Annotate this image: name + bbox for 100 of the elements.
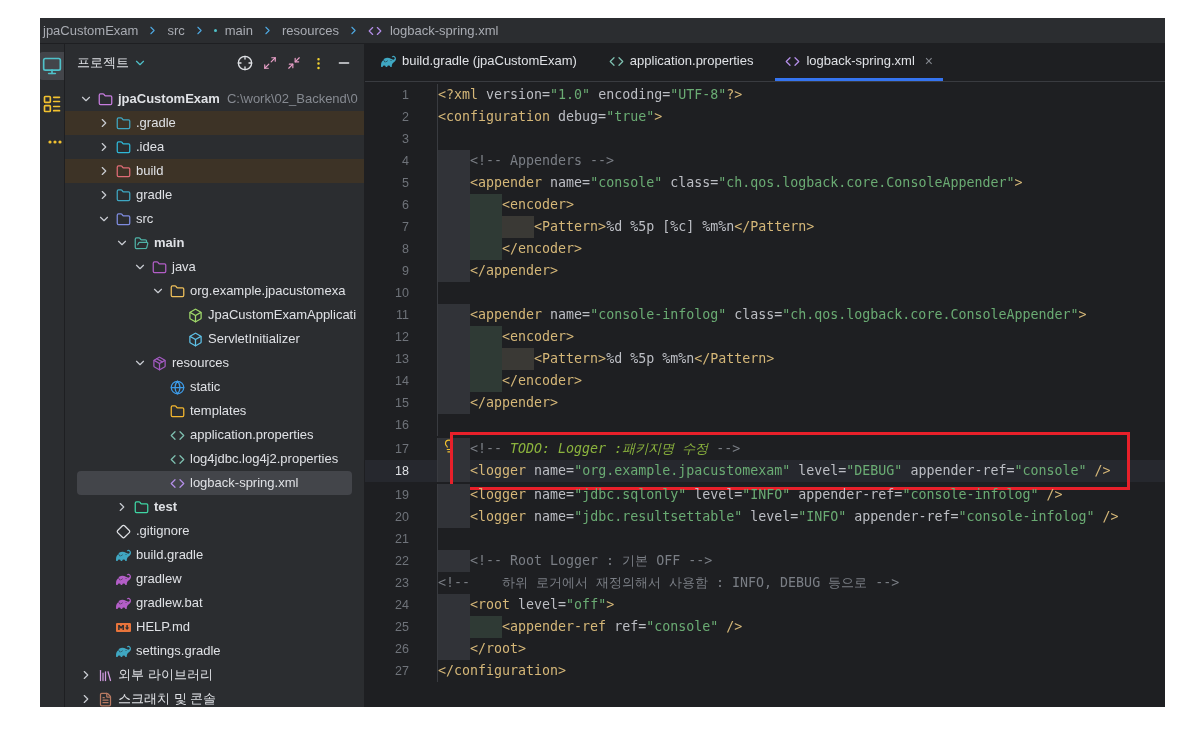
tree-item[interactable]: main (65, 231, 364, 255)
tree-item[interactable]: JpaCustomExamApplicati (65, 303, 364, 327)
tree-item[interactable]: java (65, 255, 364, 279)
code-text: <!-- Root Logger : 기본 OFF --> (470, 552, 713, 571)
tab-label: build.gradle (jpaCustomExam) (402, 52, 577, 71)
code-text: <appender name="console-infolog" class="ch.qos.logback.core.ConsoleAppender"> (470, 306, 1087, 325)
tree-item-label: test (154, 498, 178, 517)
tree-item-label: 스크래치 및 콘솔 (118, 690, 217, 707)
tree-item[interactable]: ServletInitializer (65, 327, 364, 351)
code-text: </appender> (470, 262, 559, 281)
code-text: <?xml version="1.0" encoding="UTF-8"?> (438, 86, 743, 105)
breadcrumb-item[interactable]: main (224, 20, 253, 41)
editor-tab[interactable]: build.gradle (jpaCustomExam) (371, 44, 587, 81)
code-text: <logger name="org.example.jpacustomexam" level="DEBUG" appender-ref="console" /> (470, 462, 1111, 481)
line-number: 9 (401, 262, 409, 280)
code-text: <encoder> (502, 328, 575, 347)
tree-item-label: application.properties (190, 426, 314, 445)
tree-item[interactable]: log4jdbc.log4j2.properties (65, 447, 364, 471)
code-text: </root> (470, 640, 527, 659)
code-text: </configuration> (438, 662, 567, 681)
code-text: <encoder> (502, 196, 575, 215)
code-text: <root level="off"> (470, 596, 615, 615)
tree-item[interactable]: org.example.jpacustomexa (65, 279, 364, 303)
line-number: 18 (394, 462, 409, 480)
tree-item[interactable]: gradlew.bat (65, 591, 364, 615)
tree-item-label: build.gradle (136, 546, 204, 565)
tool-window-button[interactable] (40, 52, 64, 80)
expand-icon[interactable] (263, 56, 277, 70)
line-number: 19 (394, 486, 409, 504)
breadcrumb-item[interactable]: resources (281, 20, 339, 41)
tree-item-label: ServletInitializer (208, 330, 300, 349)
tree-item-label: gradlew (136, 570, 182, 589)
line-number: 20 (394, 508, 409, 526)
structure-icon (42, 94, 62, 114)
line-number: 17 (394, 440, 409, 458)
tree-item[interactable]: templates (65, 399, 364, 423)
tree-item-label: HELP.md (136, 618, 190, 637)
indent-guide (438, 392, 470, 414)
close-button[interactable]: × (924, 50, 933, 72)
indent-guide (470, 238, 502, 260)
code-text: <!-- TODO: Logger :패키지명 수정 --> (470, 440, 741, 459)
tree-item-label: gradlew.bat (136, 594, 203, 613)
editor-tab[interactable]: application.properties (598, 44, 764, 81)
tree-item[interactable]: .gitignore (65, 519, 364, 543)
tree-item-label: org.example.jpacustomexa (190, 282, 346, 301)
tree-item[interactable]: logback-spring.xml (77, 471, 352, 495)
tree-item[interactable]: gradle (65, 183, 364, 207)
indent-guide (438, 260, 470, 282)
tree-item-label: JpaCustomExamApplicati (208, 306, 357, 325)
tree-item[interactable]: .gradle (65, 111, 364, 135)
tree-item-label: 외부 라이브러리 (118, 666, 213, 685)
project-icon (42, 56, 62, 76)
tree-item-label: resources (172, 354, 230, 373)
tree-item[interactable]: resources (65, 351, 364, 375)
line-number: 24 (394, 596, 409, 614)
collapse-icon[interactable] (287, 56, 301, 70)
indent-guide (438, 304, 470, 326)
tree-item[interactable]: .idea (65, 135, 364, 159)
breadcrumb-item[interactable]: src (167, 20, 185, 41)
tree-item[interactable]: jpaCustomExam C:\work\02_Backend\0 (65, 87, 364, 111)
tree-item-label: settings.gradle (136, 642, 221, 661)
tree-item-label: log4jdbc.log4j2.properties (190, 450, 339, 469)
tree-item[interactable]: build (65, 159, 364, 183)
tree-item[interactable]: src (65, 207, 364, 231)
editor-tab[interactable]: logback-spring.xml × (775, 44, 943, 81)
tree-item[interactable]: static (65, 375, 364, 399)
line-number: 23 (394, 574, 409, 592)
line-number: 10 (394, 284, 409, 302)
breadcrumb-item[interactable]: jpaCustomExam (43, 20, 139, 41)
code-text: <Pattern>%d %5p %m%n</Pattern> (534, 350, 775, 369)
line-number: 16 (394, 416, 409, 434)
tree-item[interactable]: settings.gradle (65, 639, 364, 663)
tree-item[interactable]: gradlew (65, 567, 364, 591)
indent-guide (438, 594, 470, 616)
panel-title-dropdown[interactable]: 프로젝트 (77, 53, 147, 73)
tree-item[interactable]: HELP.md (65, 615, 364, 639)
code-text: </encoder> (502, 240, 583, 259)
tree-item[interactable]: 외부 라이브러리 (65, 663, 364, 687)
tree-item[interactable]: build.gradle (65, 543, 364, 567)
target-icon[interactable] (237, 55, 253, 71)
indent-guide (438, 550, 470, 572)
code-text: <Pattern>%d %5p [%c] %m%n</Pattern> (534, 218, 815, 237)
tree-item-label: templates (190, 402, 247, 421)
code-text: <appender name="console" class="ch.qos.logback.core.ConsoleAppender"> (470, 174, 1023, 193)
tree-item[interactable]: test (65, 495, 364, 519)
line-number: 15 (394, 394, 409, 412)
tree-item[interactable]: application.properties (65, 423, 364, 447)
line-number: 8 (401, 240, 409, 258)
line-number: 26 (394, 640, 409, 658)
code-text: <logger name="jdbc.resultsettable" level="INFO" appender-ref="console-infolog" /> (470, 508, 1119, 527)
line-number: 13 (394, 350, 409, 368)
tree-item-label: build (136, 162, 164, 181)
tree-item-label: .gitignore (136, 522, 190, 541)
code-text: </appender> (470, 394, 559, 413)
indent-guide (438, 506, 470, 528)
tree-item-label: gradle (136, 186, 173, 205)
tree-item-label: jpaCustomExam (118, 90, 220, 109)
breadcrumb-item[interactable]: logback-spring.xml (390, 20, 499, 41)
tree-item[interactable]: 스크래치 및 콘솔 (65, 687, 364, 707)
code-text: <appender-ref ref="console" /> (502, 618, 743, 637)
